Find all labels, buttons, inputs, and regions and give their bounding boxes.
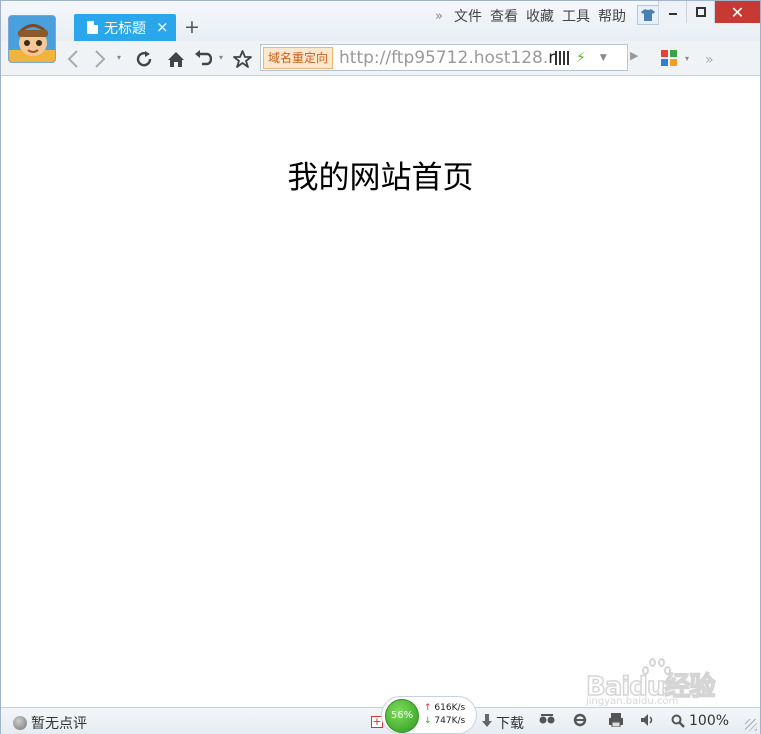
close-window-button[interactable]: ✕	[714, 1, 760, 23]
document-icon	[87, 21, 98, 34]
ie-mode-icon[interactable]	[573, 713, 587, 731]
home-icon[interactable]	[167, 49, 185, 69]
transfer-rates: ↑ 616K/s ↓ 747K/s	[424, 702, 465, 728]
download-icon	[481, 714, 493, 732]
title-bar: 无标题 × + » 文件 查看 收藏 工具 帮助 ✕	[1, 1, 760, 41]
menu-more-icon[interactable]: »	[435, 9, 443, 24]
redirect-badge[interactable]: 域名重定向	[263, 46, 334, 69]
menu-favorites[interactable]: 收藏	[526, 6, 554, 26]
download-rate: 747K/s	[434, 716, 466, 726]
skin-shirt-icon[interactable]	[637, 5, 659, 25]
site-rating[interactable]: 暂无点评	[13, 713, 87, 733]
undo-dropdown-icon[interactable]: ▾	[219, 53, 223, 62]
back-icon[interactable]	[67, 49, 79, 69]
page-heading: 我的网站首页	[287, 160, 474, 196]
page-content: 我的网站首页	[1, 77, 760, 707]
resize-grip[interactable]	[745, 719, 757, 731]
volume-icon[interactable]	[640, 713, 656, 731]
printer-icon[interactable]	[608, 713, 624, 731]
toolbar-more-icon[interactable]: »	[705, 50, 714, 70]
history-dropdown-icon[interactable]: ▾	[117, 53, 121, 62]
forward-icon[interactable]	[94, 49, 106, 69]
menu-help[interactable]: 帮助	[598, 6, 626, 26]
menu-bar: » 文件 查看 收藏 工具 帮助	[435, 6, 630, 26]
download-button[interactable]: 下载	[481, 713, 524, 733]
browser-window: 无标题 × + » 文件 查看 收藏 工具 帮助 ✕ ▾ ▾ 域名重定向 htt…	[0, 0, 761, 734]
rating-text: 暂无点评	[31, 716, 87, 732]
maximize-button[interactable]	[686, 1, 714, 23]
menu-view[interactable]: 查看	[490, 6, 518, 26]
navigation-toolbar: ▾ ▾ 域名重定向 http://ftp95712.host128.n ⚡ ▼ …	[1, 41, 760, 76]
tab-title: 无标题	[104, 20, 146, 37]
window-controls: ✕	[658, 1, 760, 23]
refresh-icon[interactable]	[135, 49, 153, 69]
zoom-level: 100%	[689, 713, 730, 729]
url-text[interactable]: http://ftp95712.host128.n	[339, 48, 555, 68]
download-label: 下载	[496, 716, 524, 732]
new-tab-button[interactable]: +	[183, 16, 201, 38]
url-tail: n	[548, 47, 556, 68]
baidu-jingyan-watermark: Baidu经验 jingyan.baidu.com	[585, 656, 761, 711]
upload-arrow-icon: ↑	[424, 703, 432, 713]
upload-rate: 616K/s	[434, 703, 466, 713]
tab-close-icon[interactable]: ×	[156, 20, 169, 35]
address-dropdown-icon[interactable]: ▼	[600, 53, 607, 63]
favorite-star-icon[interactable]	[233, 49, 252, 69]
zoom-control[interactable]: 100%	[671, 713, 729, 729]
download-arrow-icon: ↓	[424, 716, 432, 726]
apps-grid-icon[interactable]	[661, 50, 677, 66]
menu-tools[interactable]: 工具	[562, 6, 590, 26]
url-prefix: http://ftp95712.host128.	[339, 47, 549, 68]
glasses-icon[interactable]	[539, 713, 555, 729]
rating-icon	[13, 716, 27, 730]
minimize-button[interactable]	[658, 1, 686, 23]
apps-dropdown-icon[interactable]: ▾	[685, 54, 689, 63]
watermark-url: jingyan.baidu.com	[586, 696, 679, 707]
tab-untitled[interactable]: 无标题 ×	[74, 14, 176, 41]
lightning-icon[interactable]: ⚡	[576, 50, 586, 66]
status-bar: 暂无点评 + 56% ↑ 616K/s ↓ 747K/s 下载 100%	[1, 696, 760, 734]
undo-icon[interactable]	[194, 49, 212, 69]
menu-file[interactable]: 文件	[454, 6, 482, 26]
network-speed-widget[interactable]: 56% ↑ 616K/s ↓ 747K/s	[381, 696, 477, 734]
go-icon[interactable]: ▶	[630, 49, 638, 62]
speed-ball: 56%	[385, 699, 419, 733]
address-bar[interactable]: 域名重定向 http://ftp95712.host128.n ⚡ ▼	[260, 44, 628, 71]
user-avatar[interactable]	[8, 15, 56, 63]
magnifier-icon	[671, 714, 685, 728]
qr-code-icon[interactable]	[555, 50, 570, 65]
